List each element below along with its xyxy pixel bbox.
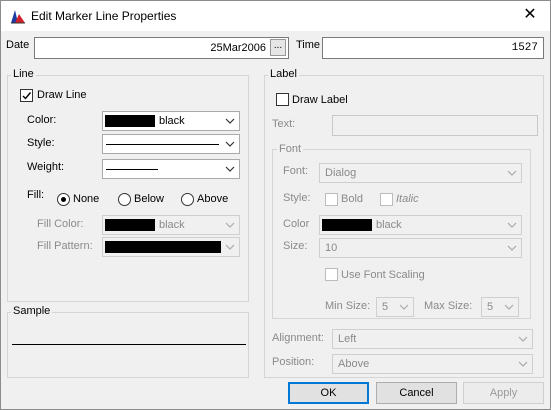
draw-label-checkbox[interactable] (276, 93, 289, 106)
title-bar[interactable]: Edit Marker Line Properties ✕ (1, 1, 550, 31)
radio-selected-dot (61, 197, 66, 202)
fill-pattern-dropdown[interactable] (102, 237, 240, 257)
ok-button[interactable]: OK (288, 382, 369, 404)
font-group-title: Font (277, 143, 304, 155)
color-swatch (322, 219, 372, 231)
sample-group (7, 312, 249, 378)
close-icon[interactable]: ✕ (518, 4, 542, 28)
font-value: Dialog (325, 167, 357, 179)
alignment-dropdown[interactable]: Left (332, 329, 533, 349)
time-field[interactable]: 1527 (322, 37, 544, 59)
text-label: Text: (272, 118, 296, 130)
chevron-down-icon (514, 330, 532, 348)
draw-line-checkbox[interactable] (20, 89, 33, 102)
line-style-label: Style: (27, 137, 55, 149)
max-size-dropdown[interactable]: 5 (481, 297, 519, 317)
font-style-label: Style: (283, 192, 311, 204)
chevron-down-icon (514, 355, 532, 373)
text-input[interactable] (332, 115, 538, 136)
font-color-dropdown[interactable]: black (319, 215, 522, 235)
fill-color-value: black (159, 219, 185, 231)
bold-label: Bold (341, 193, 364, 205)
chevron-down-icon (500, 298, 518, 316)
position-dropdown[interactable]: Above (332, 354, 533, 374)
cancel-button[interactable]: Cancel (376, 382, 457, 404)
line-weight-label: Weight: (27, 161, 65, 173)
fill-pattern-label: Fill Pattern: (37, 240, 93, 252)
chevron-down-icon (221, 135, 239, 153)
line-style-dropdown[interactable] (102, 134, 240, 154)
fill-pattern-preview (105, 241, 221, 253)
chevron-down-icon (221, 160, 239, 178)
window-title: Edit Marker Line Properties (31, 9, 177, 23)
chevron-down-icon (503, 239, 521, 257)
chevron-down-icon (395, 298, 413, 316)
font-size-dropdown[interactable]: 10 (319, 238, 522, 258)
date-picker-button[interactable]: ... (270, 39, 286, 56)
min-size-label: Min Size: (325, 300, 371, 312)
checkmark-icon (22, 92, 32, 100)
line-color-value: black (159, 115, 185, 127)
draw-label-label: Draw Label (292, 94, 348, 106)
fill-color-label: Fill Color: (37, 218, 84, 230)
chevron-down-icon (221, 238, 239, 256)
max-size-value: 5 (487, 301, 494, 313)
chevron-down-icon (221, 112, 239, 130)
date-label: Date (6, 39, 30, 51)
font-size-label: Size: (283, 240, 308, 252)
fill-above-radio[interactable] (181, 193, 194, 206)
min-size-value: 5 (382, 301, 389, 313)
font-size-value: 10 (325, 242, 338, 254)
italic-checkbox[interactable] (380, 193, 393, 206)
line-style-preview (106, 144, 219, 145)
fill-above-label: Above (197, 193, 229, 205)
time-value: 1527 (511, 42, 538, 54)
line-weight-dropdown[interactable] (102, 159, 240, 179)
line-weight-preview (106, 169, 158, 170)
line-color-dropdown[interactable]: black (102, 111, 240, 131)
use-font-scaling-checkbox[interactable] (325, 268, 338, 281)
app-icon (11, 10, 25, 24)
chevron-down-icon (503, 164, 521, 182)
color-swatch (105, 115, 155, 127)
font-color-value: black (376, 219, 402, 231)
max-size-label: Max Size: (424, 300, 473, 312)
italic-label: Italic (396, 193, 419, 205)
line-group-title: Line (11, 68, 36, 80)
chevron-down-icon (503, 216, 521, 234)
fill-below-radio[interactable] (118, 193, 131, 206)
min-size-dropdown[interactable]: 5 (376, 297, 414, 317)
position-label: Position: (272, 356, 315, 368)
bold-checkbox[interactable] (325, 193, 338, 206)
fill-none-radio[interactable] (57, 193, 70, 206)
fill-color-dropdown[interactable]: black (102, 215, 240, 235)
fill-label: Fill: (27, 189, 45, 201)
date-field[interactable]: 25Mar2006 ... (34, 37, 289, 59)
font-label: Font: (283, 165, 309, 177)
line-color-label: Color: (27, 114, 57, 126)
color-swatch (105, 219, 155, 231)
use-font-scaling-label: Use Font Scaling (341, 269, 425, 281)
draw-line-label: Draw Line (37, 89, 87, 101)
fill-below-label: Below (134, 193, 164, 205)
apply-button[interactable]: Apply (463, 382, 544, 404)
sample-line (12, 344, 246, 345)
date-value: 25Mar2006 (210, 42, 266, 54)
font-color-label: Color (283, 218, 310, 230)
alignment-label: Alignment: (272, 332, 324, 344)
chevron-down-icon (221, 216, 239, 234)
position-value: Above (338, 358, 370, 370)
label-group-title: Label (268, 68, 299, 80)
sample-group-title: Sample (11, 305, 53, 317)
fill-none-label: None (73, 193, 100, 205)
font-dropdown[interactable]: Dialog (319, 163, 522, 183)
alignment-value: Left (338, 333, 357, 345)
time-label: Time (296, 39, 321, 51)
